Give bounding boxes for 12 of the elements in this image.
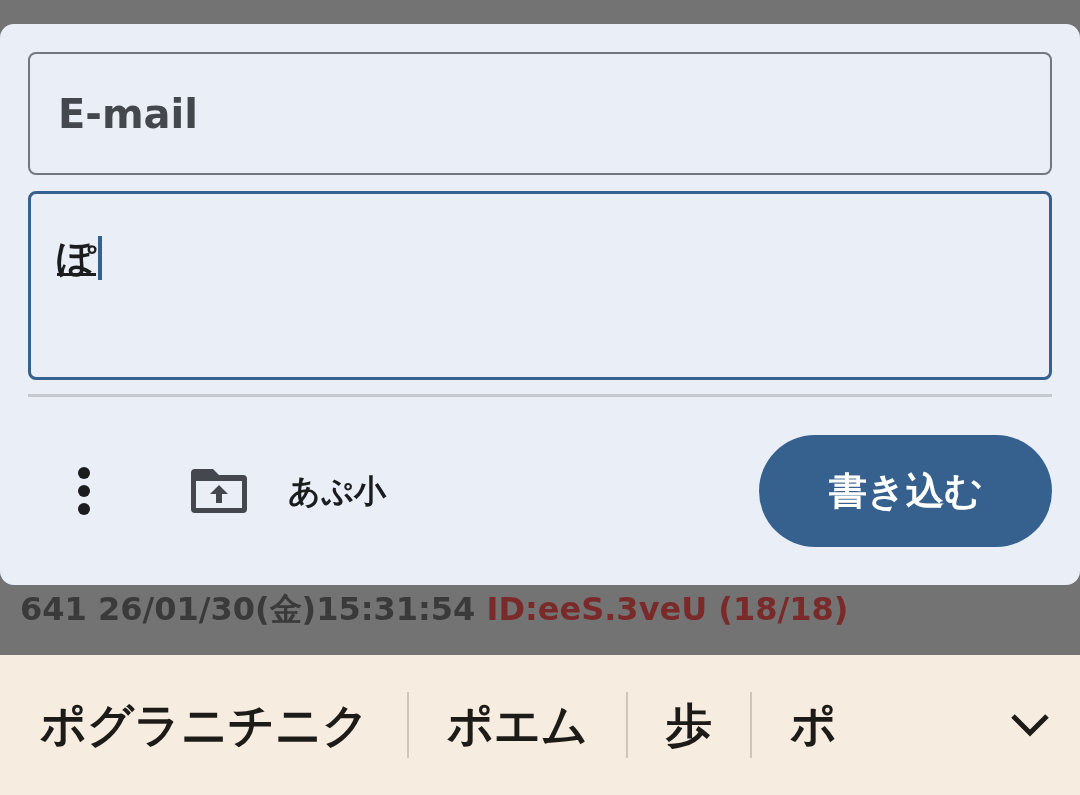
bar-tab[interactable]: ポ <box>752 690 875 760</box>
message-field[interactable]: ぽ <box>28 191 1052 380</box>
bar-tab[interactable]: ポグラニチニク <box>40 690 407 760</box>
upload-label: あぷ小 <box>288 471 386 512</box>
bar-tab[interactable]: 歩 <box>628 690 750 760</box>
post-header: 641 26/01/30(金)15:31:54 ID:eeS.3veU (18/18) <box>19 589 850 630</box>
bar-tab[interactable]: ポエム <box>409 690 626 760</box>
chevron-down-icon[interactable] <box>1010 712 1050 738</box>
more-icon[interactable] <box>76 467 92 515</box>
email-field[interactable]: E-mail <box>28 52 1052 175</box>
submit-button[interactable]: 書き込む <box>759 435 1052 547</box>
folder-upload-icon[interactable] <box>190 467 248 515</box>
